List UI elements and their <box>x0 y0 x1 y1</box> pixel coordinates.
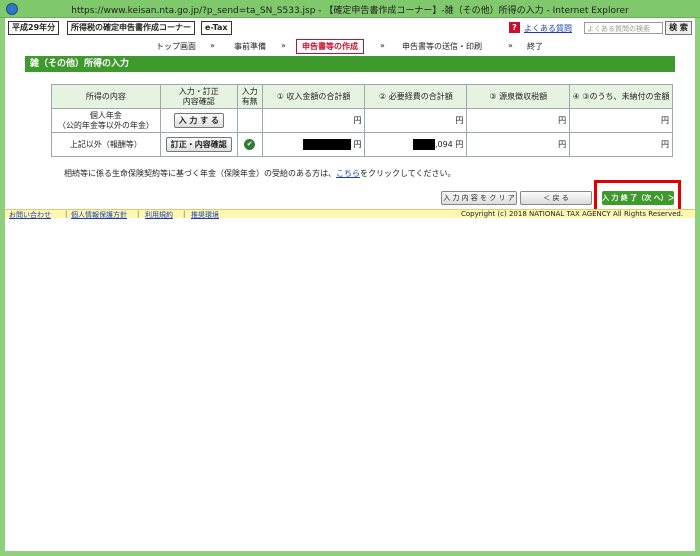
window-title: https://www.keisan.nta.go.jp/?p_send=ta_… <box>71 6 629 16</box>
header-unpaid: ④ ③のうち、未納付の金額 <box>569 84 673 109</box>
input-button[interactable]: 入 力 す る <box>173 113 224 128</box>
table-header-row: 所得の内容 入力・訂正 内容確認 入力 有無 ① 収入金額の合計額 ② 必要経費の合… <box>51 84 673 109</box>
income-value: 円 <box>261 108 366 133</box>
page-content: 平成29年分 所得税の確定申告書作成コーナー e-Tax ? よくある質問 よく… <box>5 18 695 551</box>
back-button[interactable]: ＜ 戻 る <box>520 191 592 205</box>
header-bar: 平成29年分 所得税の確定申告書作成コーナー e-Tax ? よくある質問 よく… <box>5 18 695 38</box>
redaction-block <box>302 139 351 150</box>
corner-title-label[interactable]: 所得税の確定申告書作成コーナー <box>67 21 195 35</box>
header-income: ① 収入金額の合計額 <box>261 84 366 109</box>
withholding-value: 円 <box>466 108 571 133</box>
here-link[interactable]: こちら <box>336 169 360 178</box>
help-icon: ? <box>509 22 520 33</box>
income-value: 円 <box>353 140 362 149</box>
expenses-value-cell: ,094 円 <box>364 132 468 157</box>
step-arrow-icon: » <box>210 41 215 50</box>
step-arrow-icon: » <box>508 41 513 50</box>
table-row: 上記以外（報酬等） 訂正・内容確認 ✔ 円 ,094 円 円 円 <box>51 132 673 157</box>
blank-area <box>5 219 695 551</box>
header-input: 入力・訂正 内容確認 <box>159 84 238 109</box>
step-arrow-icon: » <box>380 41 385 50</box>
row-action-cell: 入 力 す る <box>159 108 238 133</box>
page-title: 雑（その他）所得の入力 <box>25 56 675 72</box>
table-row: 個人年金 （公的年金等以外の年金） 入 力 す る 円 円 円 円 <box>51 108 673 133</box>
step-navigation: トップ画面 » 事前準備 » 申告書等の作成 » 申告書等の送信・印刷 » 終了 <box>5 39 695 55</box>
row-content: 個人年金 （公的年金等以外の年金） <box>51 108 161 133</box>
copyright: Copyright (c) 2018 NATIONAL TAX AGENCY A… <box>461 210 684 218</box>
row-content: 上記以外（報酬等） <box>51 132 161 157</box>
unpaid-value: 円 <box>569 132 673 157</box>
check-icon: ✔ <box>244 139 256 150</box>
header-content: 所得の内容 <box>51 84 161 109</box>
footer-bar: お問い合わせ | 個人情報保護方針 | 利用規約 | 推奨環境 Copyrigh… <box>5 209 695 219</box>
clear-input-button[interactable]: 入 力 内 容 を ク リ ア <box>441 191 517 205</box>
etax-label[interactable]: e-Tax <box>201 21 232 35</box>
expenses-value: ,094 円 <box>434 140 464 149</box>
header-expenses: ② 必要経費の合計額 <box>364 84 468 109</box>
step-send-print: 申告書等の送信・印刷 <box>402 42 482 51</box>
header-has-input: 入力 有無 <box>236 84 263 109</box>
unpaid-value: 円 <box>569 108 673 133</box>
row-status-cell <box>236 108 263 133</box>
search-button[interactable]: 検 索 <box>665 21 692 35</box>
header-withholding: ③ 源泉徴収税額 <box>466 84 571 109</box>
withholding-value: 円 <box>466 132 571 157</box>
redaction-block <box>413 139 436 150</box>
faq-search-input[interactable]: よくある質問の検索 <box>584 22 663 34</box>
step-top: トップ画面 <box>156 42 196 51</box>
step-finish: 終了 <box>527 42 543 51</box>
row-status-cell: ✔ <box>236 132 263 157</box>
edit-confirm-button[interactable]: 訂正・内容確認 <box>165 137 232 152</box>
expenses-value: 円 <box>364 108 468 133</box>
row-action-cell: 訂正・内容確認 <box>159 132 238 157</box>
tax-year-label: 平成29年分 <box>8 21 60 35</box>
step-prepare: 事前準備 <box>234 42 266 51</box>
income-value-cell: 円 <box>261 132 366 157</box>
faq-link[interactable]: よくある質問 <box>524 23 572 34</box>
income-table: 所得の内容 入力・訂正 内容確認 入力 有無 ① 収入金額の合計額 ② 必要経費の合… <box>51 84 673 157</box>
window-titlebar: https://www.keisan.nta.go.jp/?p_send=ta_… <box>0 0 700 18</box>
step-arrow-icon: » <box>281 41 286 50</box>
step-create-current: 申告書等の作成 <box>296 39 364 54</box>
pension-note: 相続等に係る生命保険契約等に基づく年金（保険年金）の受給のある方は、こちらをクリ… <box>64 169 456 178</box>
